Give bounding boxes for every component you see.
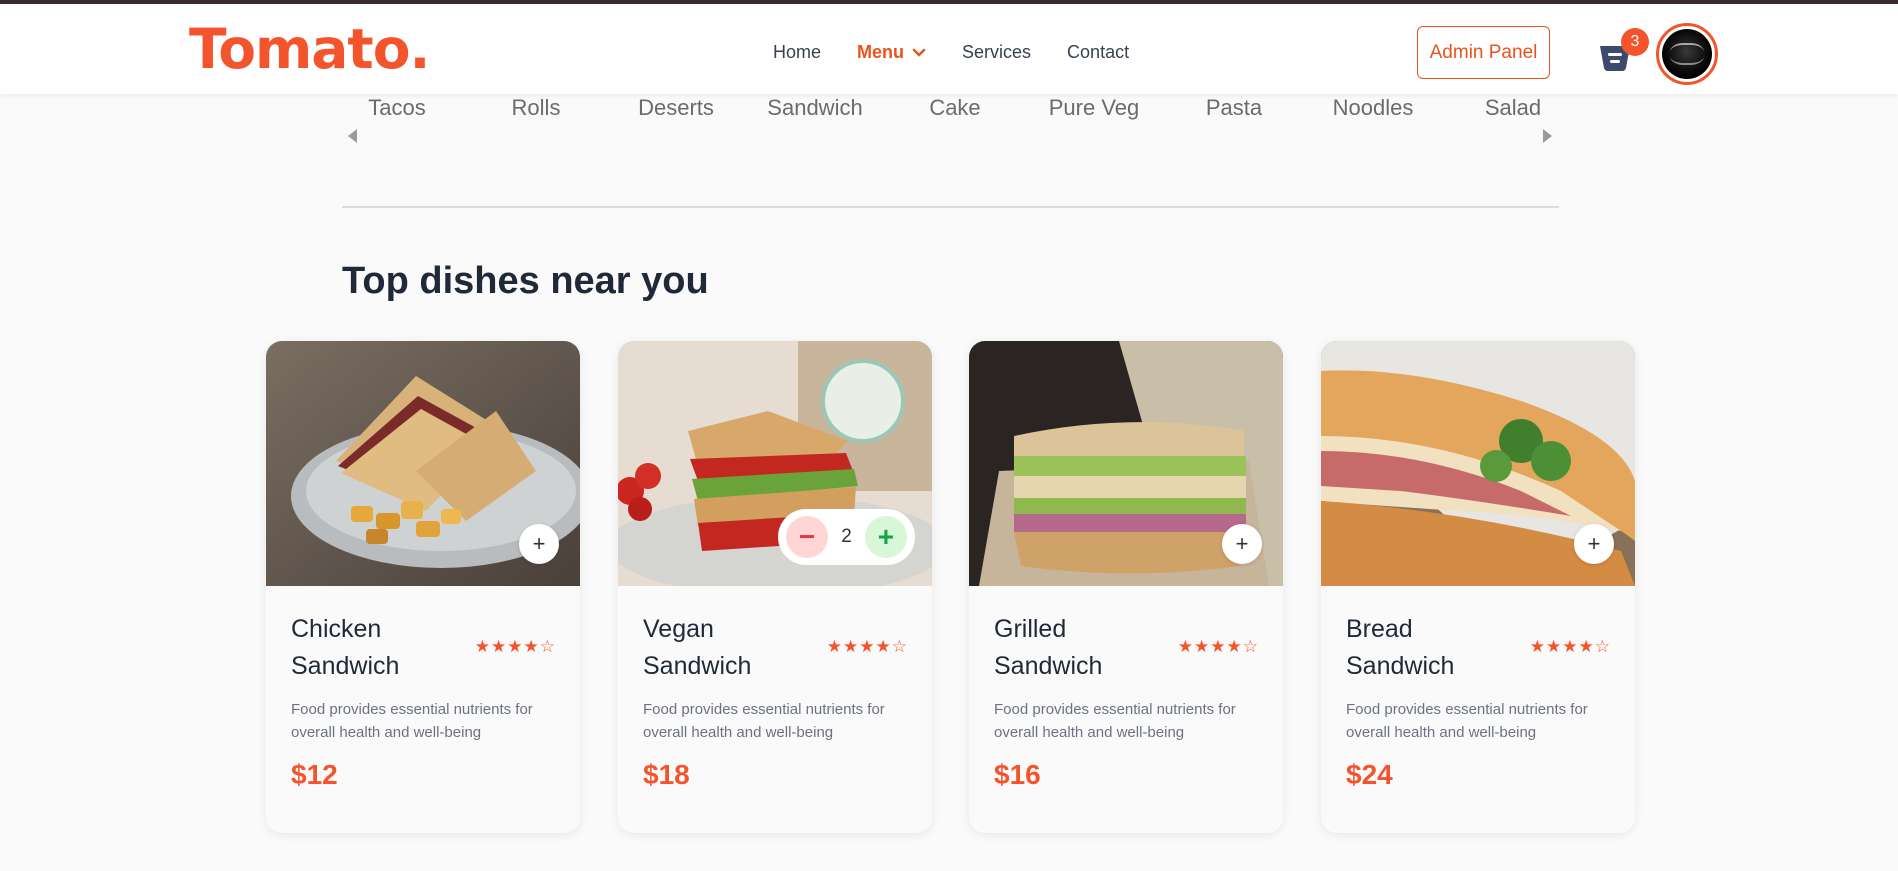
- star-icon: ★: [843, 637, 859, 656]
- star-outline-icon: ☆: [891, 637, 907, 656]
- nav-menu-label: Menu: [857, 42, 905, 62]
- star-rating: ★ ★ ★ ★ ☆: [826, 637, 907, 657]
- category-rolls[interactable]: Rolls: [481, 95, 591, 121]
- avatar-image: [1662, 29, 1712, 79]
- admin-panel-button[interactable]: Admin Panel: [1417, 26, 1550, 79]
- quantity-value: 2: [841, 526, 852, 547]
- main-nav: Home Menu Services Contact: [773, 42, 1165, 63]
- star-rating: ★ ★ ★ ★ ☆: [1529, 637, 1610, 657]
- dish-name: Chicken Sandwich: [291, 615, 400, 680]
- logo[interactable]: Tomato.: [189, 22, 430, 77]
- star-icon: ★: [859, 637, 875, 656]
- star-outline-icon: ☆: [539, 637, 555, 656]
- dish-name: Bread Sandwich: [1346, 615, 1455, 680]
- nav-contact[interactable]: Contact: [1067, 42, 1129, 63]
- category-deserts[interactable]: Deserts: [621, 95, 731, 121]
- dish-price: $12: [291, 759, 338, 790]
- add-to-cart-button[interactable]: +: [519, 524, 559, 564]
- star-rating: ★ ★ ★ ★ ☆: [1177, 637, 1258, 657]
- dish-price: $16: [994, 759, 1041, 790]
- increase-quantity-button[interactable]: +: [864, 516, 907, 558]
- star-icon: ★: [1529, 637, 1545, 656]
- dish-description: Food provides essential nutrients for ov…: [1346, 701, 1588, 741]
- star-outline-icon: ☆: [1594, 637, 1610, 656]
- category-carousel: Tacos Rolls Deserts Sandwich Cake Pure V…: [342, 95, 1560, 145]
- avatar[interactable]: [1656, 23, 1718, 85]
- scroll-right-arrow-icon[interactable]: [1543, 129, 1552, 143]
- star-icon: ★: [474, 637, 490, 656]
- star-icon: ★: [523, 637, 539, 656]
- food-card[interactable]: − 2 + Vegan Sandwich ★ ★ ★ ★ ☆ Food provides…: [618, 341, 932, 833]
- star-outline-icon: ☆: [1242, 637, 1258, 656]
- scroll-left-arrow-icon[interactable]: [348, 129, 357, 143]
- add-to-cart-button[interactable]: +: [1574, 524, 1614, 564]
- star-icon: ★: [1194, 637, 1210, 656]
- star-rating: ★ ★ ★ ★ ☆: [474, 637, 555, 657]
- dish-description: Food provides essential nutrients for ov…: [643, 701, 885, 741]
- site-header: Tomato. Home Menu Services Contact Admin…: [0, 4, 1898, 94]
- star-icon: ★: [826, 637, 842, 656]
- dish-name: Grilled Sandwich: [994, 615, 1103, 680]
- category-pasta[interactable]: Pasta: [1179, 95, 1289, 121]
- category-tacos[interactable]: Tacos: [342, 95, 452, 121]
- section-title: Top dishes near you: [342, 260, 709, 302]
- food-card[interactable]: + Grilled Sandwich ★ ★ ★ ★ ☆ Food provides e…: [969, 341, 1283, 833]
- nav-services[interactable]: Services: [962, 42, 1031, 63]
- star-icon: ★: [1546, 637, 1562, 656]
- dish-price: $18: [643, 759, 690, 790]
- category-sandwich[interactable]: Sandwich: [760, 95, 870, 121]
- star-icon: ★: [491, 637, 507, 656]
- food-card[interactable]: + Chicken Sandwich ★ ★ ★ ★ ☆ Food provides e…: [266, 341, 580, 833]
- chevron-down-icon: [912, 48, 926, 57]
- category-cake[interactable]: Cake: [900, 95, 1010, 121]
- plus-icon: +: [532, 531, 546, 556]
- star-icon: ★: [1226, 637, 1242, 656]
- dish-price: $24: [1346, 759, 1393, 790]
- decrease-quantity-button[interactable]: −: [786, 516, 828, 558]
- star-icon: ★: [1578, 637, 1594, 656]
- star-icon: ★: [1177, 637, 1193, 656]
- category-salad[interactable]: Salad: [1458, 95, 1568, 121]
- dish-name: Vegan Sandwich: [643, 615, 752, 680]
- food-card[interactable]: + Bread Sandwich ★ ★ ★ ★ ☆ Food provides ess…: [1321, 341, 1635, 833]
- category-pure-veg[interactable]: Pure Veg: [1039, 95, 1149, 121]
- star-icon: ★: [507, 637, 523, 656]
- quantity-stepper: − 2 +: [778, 509, 915, 565]
- plus-icon: +: [1587, 531, 1601, 556]
- dish-description: Food provides essential nutrients for ov…: [994, 701, 1236, 741]
- category-noodles[interactable]: Noodles: [1318, 95, 1428, 121]
- star-icon: ★: [1210, 637, 1226, 656]
- nav-menu[interactable]: Menu: [857, 42, 926, 63]
- cart-count-badge: 3: [1621, 28, 1649, 56]
- star-icon: ★: [875, 637, 891, 656]
- dish-description: Food provides essential nutrients for ov…: [291, 701, 533, 741]
- star-icon: ★: [1562, 637, 1578, 656]
- divider: [342, 206, 1559, 208]
- plus-icon: +: [1235, 531, 1249, 556]
- nav-home[interactable]: Home: [773, 42, 821, 63]
- add-to-cart-button[interactable]: +: [1222, 524, 1262, 564]
